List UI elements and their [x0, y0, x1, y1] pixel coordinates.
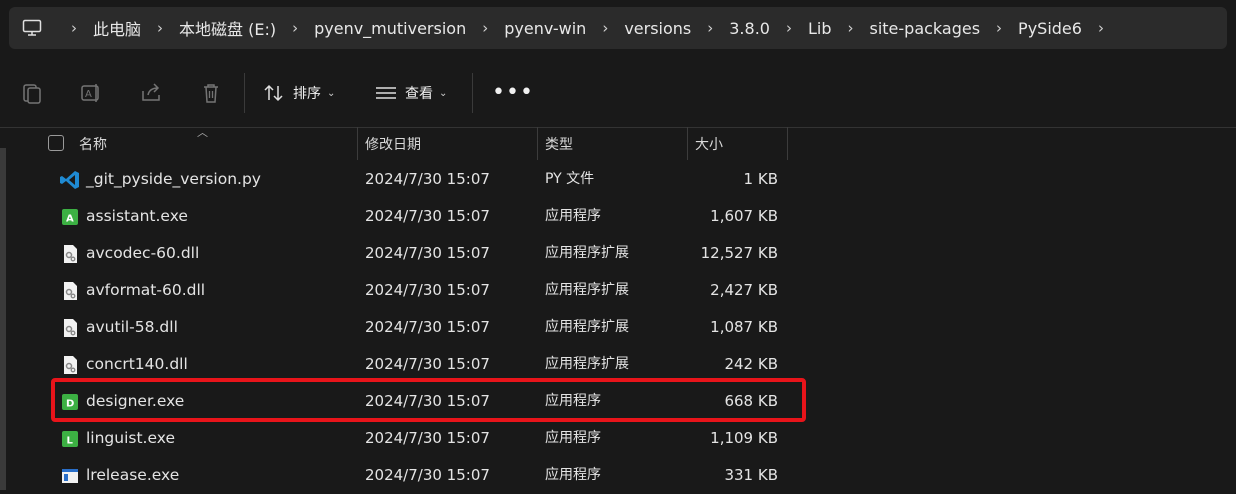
assistant-exe-icon: A — [62, 209, 78, 225]
file-type: 应用程序 — [545, 208, 601, 224]
dll-icon — [64, 282, 77, 300]
file-size: 1 KB — [743, 170, 778, 188]
rename-icon[interactable]: A — [79, 81, 103, 105]
file-row[interactable]: lrelease.exe 2024/7/30 15:07 应用程序 331 KB — [0, 457, 1236, 494]
file-name: linguist.exe — [86, 429, 175, 447]
breadcrumb-item[interactable]: pyenv_mutiversion › — [314, 7, 504, 49]
file-name: _git_pyside_version.py — [86, 170, 261, 188]
file-date: 2024/7/30 15:07 — [365, 281, 490, 299]
file-type: 应用程序 — [545, 430, 601, 446]
file-name: lrelease.exe — [86, 466, 180, 484]
file-size: 2,427 KB — [710, 281, 778, 299]
file-row[interactable]: A assistant.exe 2024/7/30 15:07 应用程序 1,6… — [0, 198, 1236, 235]
file-type: 应用程序扩展 — [545, 282, 629, 298]
dll-icon — [64, 319, 77, 337]
file-name: assistant.exe — [86, 207, 188, 225]
share-icon[interactable] — [139, 81, 163, 105]
toolbar-divider — [244, 73, 245, 113]
toolbar-divider — [472, 73, 473, 113]
sort-button[interactable]: 排序 ⌄ — [263, 80, 335, 106]
sort-label: 排序 — [293, 86, 321, 102]
view-button[interactable]: 查看 ⌄ — [375, 80, 447, 106]
vscode-py-icon — [60, 171, 79, 189]
chevron-down-icon: ⌄ — [439, 87, 448, 99]
breadcrumb-item[interactable]: versions › — [624, 7, 729, 49]
svg-text:A: A — [85, 89, 92, 100]
svg-text:A: A — [66, 214, 74, 225]
file-row[interactable]: _git_pyside_version.py 2024/7/30 15:07 P… — [0, 161, 1236, 198]
file-date: 2024/7/30 15:07 — [365, 207, 490, 225]
file-row[interactable]: L linguist.exe 2024/7/30 15:07 应用程序 1,10… — [0, 420, 1236, 457]
svg-text:L: L — [67, 436, 74, 447]
file-row[interactable]: avutil-58.dll 2024/7/30 15:07 应用程序扩展 1,0… — [0, 309, 1236, 346]
sort-ascending-icon: ︿ — [197, 126, 208, 139]
file-size: 1,607 KB — [710, 207, 778, 225]
file-row[interactable]: avformat-60.dll 2024/7/30 15:07 应用程序扩展 2… — [0, 272, 1236, 309]
column-header: ︿ 名称 修改日期 类型 大小 — [0, 126, 1236, 160]
delete-icon[interactable] — [199, 81, 223, 105]
breadcrumb-item[interactable]: Lib › — [808, 7, 870, 49]
dll-icon — [64, 245, 77, 263]
file-type: 应用程序 — [545, 467, 601, 483]
breadcrumb-item[interactable]: site-packages › — [869, 7, 1018, 49]
breadcrumb-item[interactable]: 本地磁盘 (E:) › — [179, 7, 314, 49]
file-date: 2024/7/30 15:07 — [365, 466, 490, 484]
column-resizer[interactable] — [687, 127, 688, 160]
linguist-exe-icon: L — [62, 431, 78, 447]
column-resizer[interactable] — [537, 127, 538, 160]
file-name: avcodec-60.dll — [86, 244, 200, 262]
column-resizer[interactable] — [357, 127, 358, 160]
file-list: _git_pyside_version.py 2024/7/30 15:07 P… — [0, 161, 1236, 494]
file-row[interactable]: avcodec-60.dll 2024/7/30 15:07 应用程序扩展 12… — [0, 235, 1236, 272]
file-size: 1,109 KB — [710, 429, 778, 447]
breadcrumb-item[interactable]: 3.8.0 › — [729, 7, 808, 49]
view-label: 查看 — [405, 86, 433, 102]
dll-icon — [64, 356, 77, 374]
view-list-icon — [376, 87, 396, 99]
highlight-box — [51, 378, 806, 422]
file-date: 2024/7/30 15:07 — [365, 429, 490, 447]
computer-icon[interactable] — [9, 19, 55, 37]
column-size[interactable]: 大小 — [695, 127, 723, 160]
file-type: PY 文件 — [545, 171, 595, 187]
file-date: 2024/7/30 15:07 — [365, 170, 490, 188]
breadcrumb-item[interactable]: 此电脑 › — [93, 7, 179, 49]
column-resizer[interactable] — [787, 127, 788, 160]
command-bar: A 排序 ⌄ 查看 ⌄ ••• — [0, 57, 1236, 128]
more-options-button[interactable]: ••• — [492, 82, 534, 104]
chevron-down-icon: ⌄ — [327, 87, 336, 99]
file-size: 12,527 KB — [700, 244, 778, 262]
file-name: avutil-58.dll — [86, 318, 178, 336]
file-type: 应用程序扩展 — [545, 319, 629, 335]
sort-icon — [264, 84, 283, 102]
address-bar[interactable]: › 此电脑 › 本地磁盘 (E:) › pyenv_mutiversion › pye… — [9, 7, 1227, 49]
file-date: 2024/7/30 15:07 — [365, 244, 490, 262]
breadcrumb-item[interactable]: PySide6 › — [1018, 7, 1120, 49]
file-name: avformat-60.dll — [86, 281, 206, 299]
copy-icon[interactable] — [20, 81, 44, 105]
file-type: 应用程序扩展 — [545, 245, 629, 261]
breadcrumb-item[interactable]: pyenv-win › — [504, 7, 624, 49]
file-size: 331 KB — [724, 466, 778, 484]
column-name[interactable]: 名称 — [79, 127, 107, 160]
column-type[interactable]: 类型 — [545, 127, 573, 160]
file-size: 1,087 KB — [710, 318, 778, 336]
column-date[interactable]: 修改日期 — [365, 127, 421, 160]
window-exe-icon — [62, 469, 78, 483]
breadcrumb-separator[interactable]: › — [55, 7, 93, 49]
file-date: 2024/7/30 15:07 — [365, 318, 490, 336]
select-all-checkbox[interactable] — [48, 135, 64, 151]
